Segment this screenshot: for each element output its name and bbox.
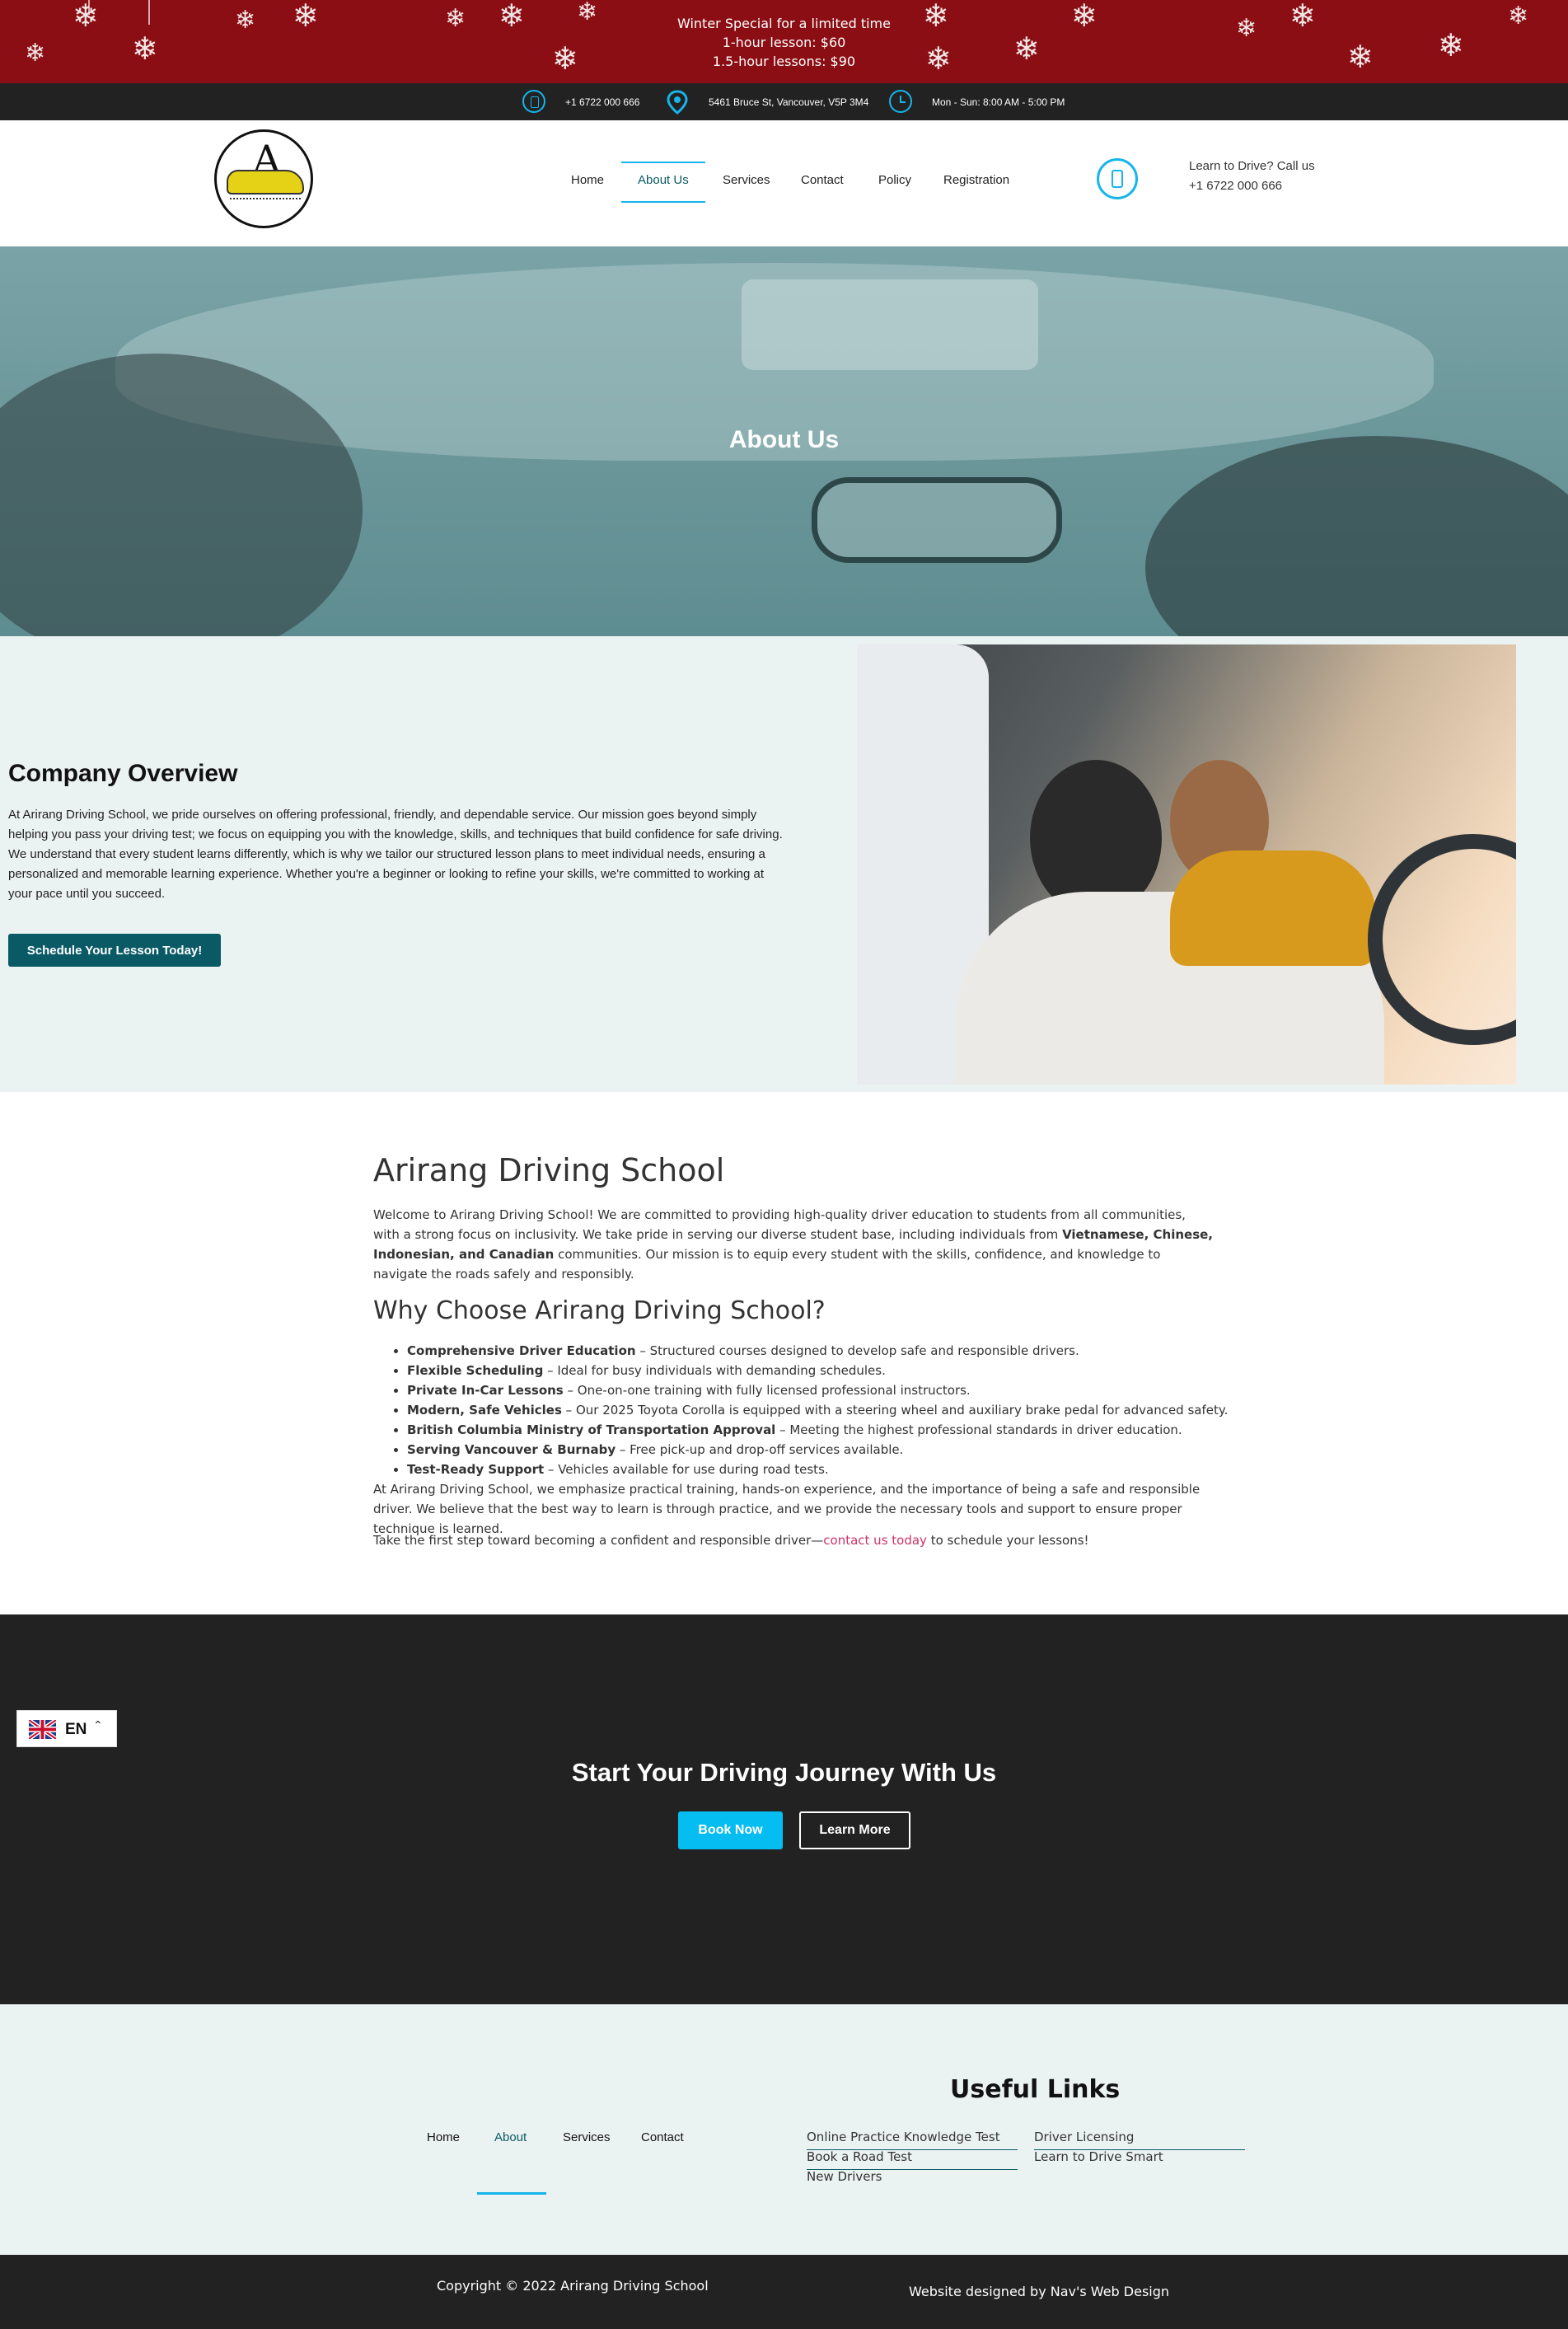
site-footer [0,2004,1568,2255]
promo-line: 1-hour lesson: $60 [722,35,846,50]
language-switcher[interactable]: EN ⌃ [16,1710,117,1747]
cta-title: Start Your Driving Journey With Us [571,1758,997,1787]
footer-nav-active-indicator [477,2192,546,2195]
reason-title: Modern, Safe Vehicles [407,1403,562,1418]
instructor-student-photo [857,644,1516,1085]
list-item: Private In-Car Lessons – One-on-one trai… [407,1380,1228,1400]
reason-text: – Free pick-up and drop-off services ava… [615,1442,904,1457]
nav-about-us[interactable]: About Us [638,173,689,191]
call-number[interactable]: +1 6722 000 666 [1189,179,1282,193]
student-sweater [1170,851,1376,966]
learn-more-button[interactable]: Learn More [799,1811,910,1849]
footer-nav-services[interactable]: Services [563,2130,611,2144]
copyright-text: Copyright © 2022 Arirang Driving School [437,2278,709,2294]
hero-title: About Us [728,426,840,453]
chevron-up-icon: ⌃ [93,1719,103,1732]
promo-text: Winter Special for a limited time 1-hour… [0,14,1568,71]
footer-nav-home[interactable]: Home [427,2130,460,2144]
mobile-phone-icon [522,90,545,113]
reason-text: – Vehicles available for use during road… [544,1462,829,1477]
rearview-mirror-shape [812,477,1062,563]
reason-text: – Our 2025 Toyota Corolla is equipped wi… [561,1403,1229,1418]
driver-silhouette [1145,436,1568,636]
book-now-button[interactable]: Book Now [678,1811,783,1849]
about-title: Arirang Driving School [373,1152,725,1188]
nav-policy[interactable]: Policy [878,173,911,191]
language-code: EN [65,1721,87,1738]
phone-icon[interactable] [1097,158,1138,199]
reason-text: – Structured courses designed to develop… [635,1343,1079,1358]
nav-registration[interactable]: Registration [943,173,1009,191]
link-driver-licensing[interactable]: Driver Licensing [1034,2130,1245,2150]
contact-us-link[interactable]: contact us today [823,1533,927,1548]
list-item: Flexible Scheduling – Ideal for busy ind… [407,1361,1228,1380]
promo-banner: ❄ ❄ ❄ ❄ ❄ ❄ ❄ ❄ ❄ ❄ ❄ ❄ ❄ ❄ ❄ ❄ ❄ ❄ Wint… [0,0,1568,83]
cta-line-text: Take the first step toward becoming a co… [373,1533,824,1548]
overview-title: Company Overview [8,760,238,787]
footer-nav-contact[interactable]: Contact [641,2130,684,2144]
cta-section [0,1614,1568,2004]
nav-contact[interactable]: Contact [801,173,844,191]
useful-links-title: Useful Links [950,2075,1121,2104]
list-item: Serving Vancouver & Burnaby – Free pick-… [407,1440,1228,1460]
steering-wheel-icon [1368,834,1516,1045]
footer-bottom-bar [0,2255,1568,2329]
reason-text: – Ideal for busy individuals with demand… [543,1363,886,1378]
reason-title: Test-Ready Support [407,1462,545,1477]
car-icon [227,170,304,194]
list-item: Comprehensive Driver Education – Structu… [407,1341,1228,1361]
link-learn-to-drive-smart[interactable]: Learn to Drive Smart [1034,2149,1163,2169]
list-item: British Columbia Ministry of Transportat… [407,1420,1228,1440]
designer-credit[interactable]: Website designed by Nav's Web Design [909,2284,1169,2299]
list-item: Modern, Safe Vehicles – Our 2025 Toyota … [407,1400,1228,1420]
contact-strip: +1 6722 000 666 5461 Bruce St, Vancouver… [0,83,1568,120]
clock-icon [889,90,912,113]
link-road-test[interactable]: Book a Road Test [807,2149,1018,2170]
why-title: Why Choose Arirang Driving School? [373,1296,826,1325]
link-knowledge-test[interactable]: Online Practice Knowledge Test [807,2130,1018,2150]
promo-line: 1.5-hour lessons: $90 [712,54,856,69]
reason-title: Comprehensive Driver Education [407,1343,636,1358]
reason-title: British Columbia Ministry of Transportat… [407,1422,776,1437]
schedule-lesson-button[interactable]: Schedule Your Lesson Today! [8,934,221,967]
reason-text: – Meeting the highest professional stand… [775,1422,1182,1437]
about-intro: Welcome to Arirang Driving School! We ar… [373,1205,1214,1284]
promo-line: Winter Special for a limited time [677,16,891,31]
strip-phone[interactable]: +1 6722 000 666 [565,83,639,120]
logo-tagline-mark [230,198,301,202]
reason-title: Serving Vancouver & Burnaby [407,1442,616,1457]
reason-title: Flexible Scheduling [407,1363,544,1378]
call-label: Learn to Drive? Call us [1189,159,1315,173]
overview-paragraph: At Arirang Driving School, we pride ours… [8,808,783,901]
strip-hours: Mon - Sun: 8:00 AM - 5:00 PM [932,96,1065,108]
strip-address: 5461 Bruce St, Vancouver, V5P 3M4 [709,96,869,108]
about-cta-line: Take the first step toward becoming a co… [373,1530,1214,1550]
reasons-list: Comprehensive Driver Education – Structu… [373,1341,1228,1479]
footer-nav-about[interactable]: About [494,2130,527,2144]
school-logo[interactable]: A [214,129,313,228]
location-pin-icon [666,90,689,115]
nav-services[interactable]: Services [723,173,770,191]
reason-text: – One-on-one training with fully license… [563,1383,971,1398]
overhead-console-shape [742,279,1038,370]
list-item: Test-Ready Support – Vehicles available … [407,1460,1228,1479]
link-new-drivers[interactable]: New Drivers [807,2169,882,2189]
uk-flag-icon [29,1720,56,1739]
cta-line-text-end: to schedule your lessons! [926,1533,1089,1548]
reason-title: Private In-Car Lessons [407,1383,564,1398]
nav-home[interactable]: Home [571,173,604,191]
